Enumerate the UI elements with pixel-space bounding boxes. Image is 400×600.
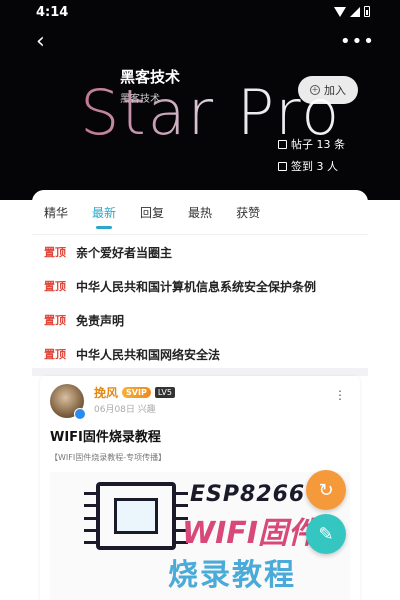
calendar-icon (278, 161, 287, 171)
pinned-tag: 置顶 (44, 280, 66, 293)
post-title[interactable]: WIFI固件烧录教程 (50, 426, 161, 445)
pinned-title: 中华人民共和国网络安全法 (76, 347, 221, 362)
tab-liked[interactable]: 获赞 (236, 200, 260, 225)
image-text-wifi: WIFI固件 (182, 516, 318, 551)
checkin-count-text: 签到 3 人 (291, 160, 338, 173)
pinned-title: 中华人民共和国计算机信息系统安全保护条例 (76, 279, 317, 294)
posts-count-text: 帖子 13 条 (291, 138, 345, 151)
post-more-icon[interactable]: ⋮ (334, 388, 346, 402)
battery-icon (364, 6, 370, 17)
image-text-esp: ESP8266 (190, 482, 306, 507)
join-button[interactable]: + 加入 (298, 76, 358, 104)
vip-badge: SVIP (122, 387, 151, 398)
status-icons (334, 6, 370, 17)
verified-icon (74, 408, 86, 420)
post-tag-line: 【WIFI固件烧录教程-专项传播】 (50, 453, 167, 462)
refresh-button[interactable]: ↻ (306, 470, 346, 510)
pinned-title: 免责声明 (76, 313, 125, 328)
group-header: 4:14 ‹ ••• Star Pro 黑客技术 黑客技术 + 加入 帖子 13… (0, 0, 400, 200)
pinned-tag: 置顶 (44, 246, 66, 259)
level-badge: LV5 (154, 387, 175, 398)
status-time: 4:14 (36, 5, 69, 20)
tab-bar: 精华 最新 回复 最热 获赞 (32, 190, 368, 234)
chip-icon (84, 482, 188, 550)
more-options-icon[interactable]: ••• (340, 30, 374, 54)
pinned-title: 亲个爱好者当圈主 (76, 245, 173, 260)
compose-button[interactable]: ✎ (306, 514, 346, 554)
pinned-tag: 置顶 (44, 348, 66, 361)
plus-icon: + (310, 85, 320, 95)
pinned-item[interactable]: 置顶 免责声明 (32, 303, 368, 337)
pinned-tag: 置顶 (44, 314, 66, 327)
pinned-list: 置顶 亲个爱好者当圈主 置顶 中华人民共和国计算机信息系统安全保护条例 置顶 免… (32, 234, 368, 371)
edit-icon: ✎ (318, 523, 334, 545)
wifi-icon (334, 6, 346, 17)
status-bar: 4:14 (0, 0, 400, 24)
author-line: 挽风 SVIP LV5 (94, 384, 175, 401)
pinned-item[interactable]: 置顶 亲个爱好者当圈主 (32, 235, 368, 269)
group-subtitle: 黑客技术 (120, 94, 160, 105)
tab-replies[interactable]: 回复 (140, 200, 164, 225)
post-meta: 06月08日 兴趣 (94, 405, 156, 415)
tab-featured[interactable]: 精华 (44, 200, 68, 225)
pinned-item[interactable]: 置顶 中华人民共和国网络安全法 (32, 337, 368, 371)
image-text-tutorial: 烧录教程 (168, 558, 296, 593)
tab-latest[interactable]: 最新 (92, 200, 116, 229)
section-divider (32, 368, 368, 376)
signal-icon (350, 6, 360, 17)
join-label: 加入 (324, 84, 346, 97)
pinned-item[interactable]: 置顶 中华人民共和国计算机信息系统安全保护条例 (32, 269, 368, 303)
document-icon (278, 139, 287, 149)
post-cover-image[interactable]: ESP8266 WIFI固件 烧录教程 (50, 472, 350, 600)
checkin-count: 签到 3 人 (278, 158, 338, 174)
posts-count: 帖子 13 条 (278, 136, 345, 152)
back-button[interactable]: ‹ (36, 30, 60, 54)
tab-hottest[interactable]: 最热 (188, 200, 212, 225)
group-name: 黑客技术 (120, 68, 181, 86)
refresh-icon: ↻ (318, 479, 334, 501)
author-name[interactable]: 挽风 (94, 384, 118, 401)
